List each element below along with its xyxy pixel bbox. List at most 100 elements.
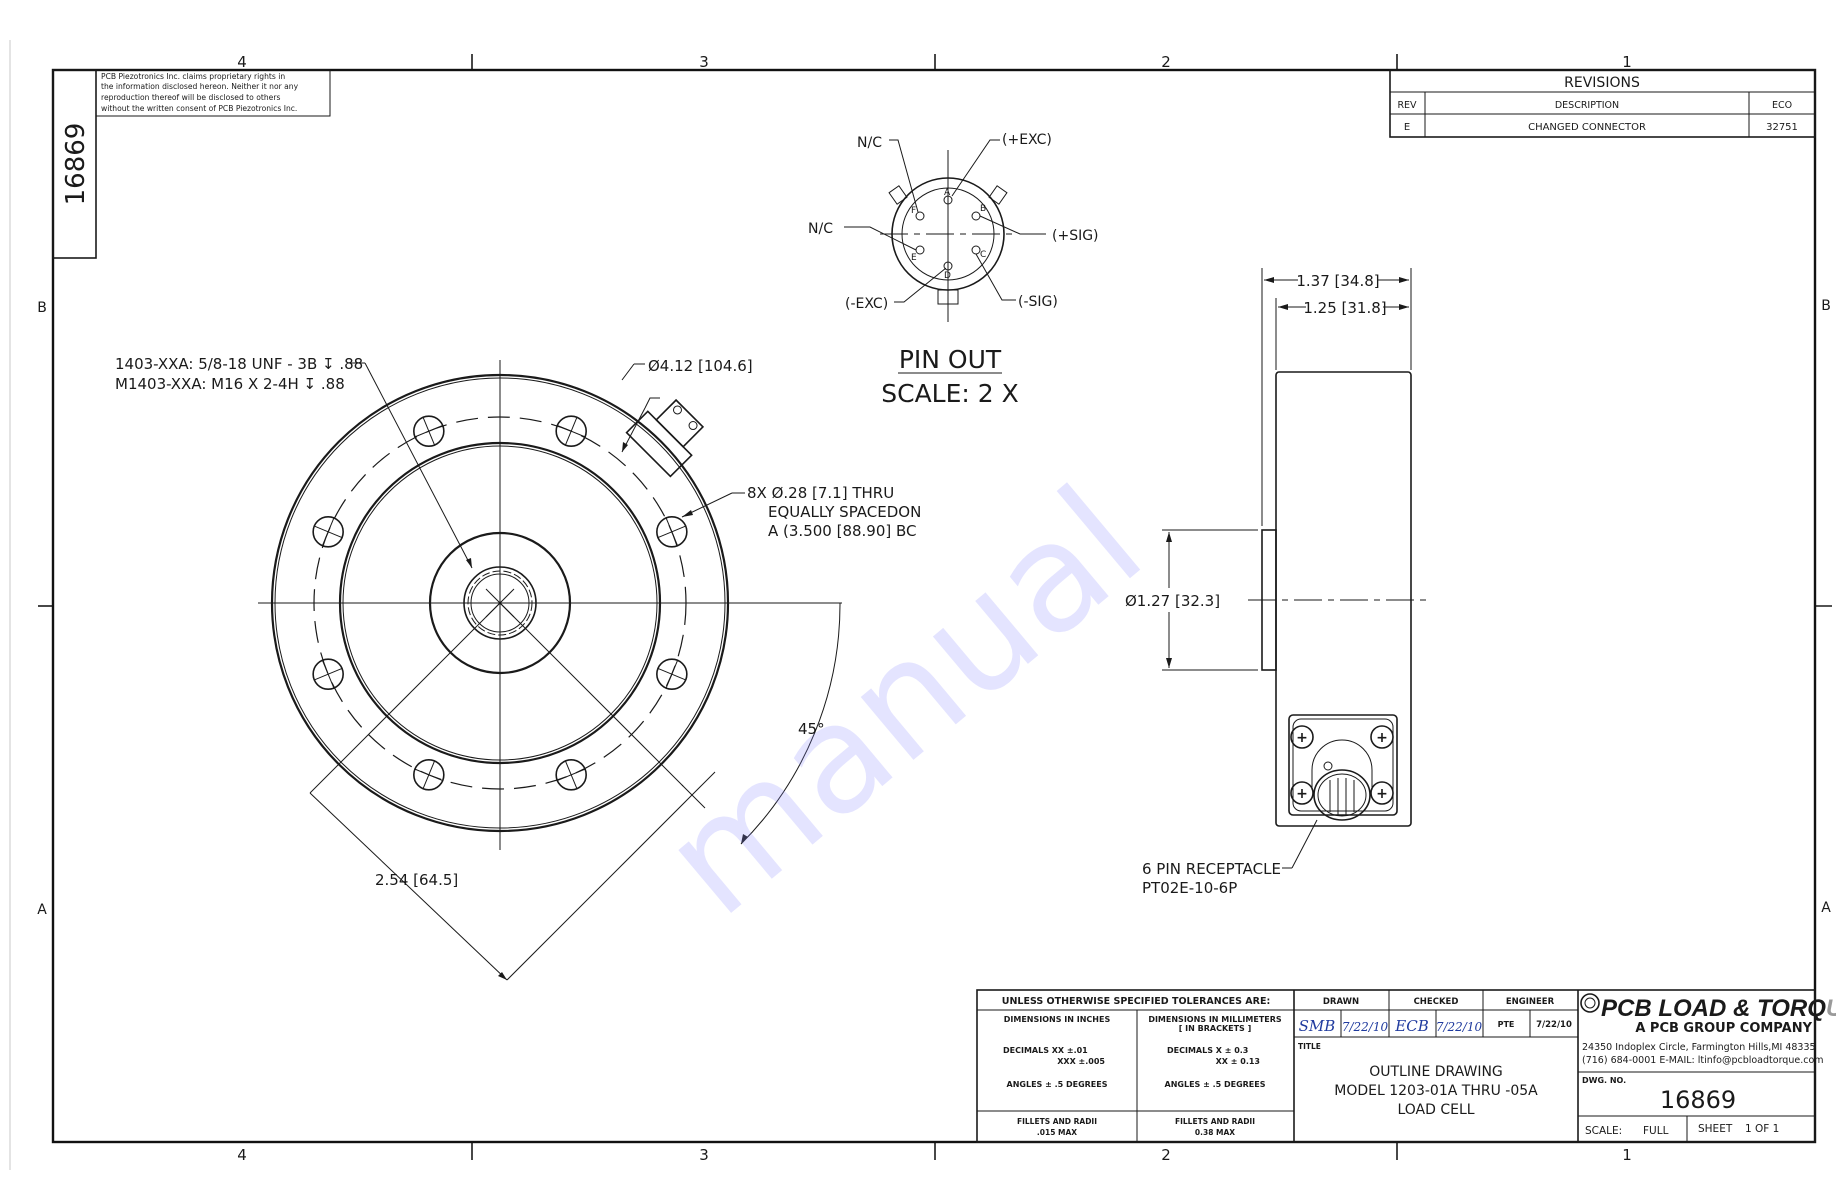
mm-angles: ANGLES ± .5 DEGREES	[1165, 1080, 1266, 1089]
screw-icon: +	[1376, 786, 1388, 802]
checked-date: 7/22/10	[1436, 1020, 1483, 1034]
connector-receptacle: + + + +	[1288, 714, 1398, 821]
inch-header: DIMENSIONS IN INCHES	[1004, 1015, 1111, 1024]
dwg-no: 16869	[1660, 1086, 1736, 1114]
scale-value: FULL	[1643, 1125, 1669, 1137]
radial-dim: 2.54 [64.5]	[375, 871, 458, 889]
company-address: 24350 Indoplex Circle, Farmington Hills,…	[1582, 1042, 1816, 1053]
bolt-hole	[413, 415, 445, 447]
pin-label-e: E	[911, 253, 917, 263]
zone-bottom-3: 3	[699, 1146, 709, 1164]
pin-label-a: A	[944, 188, 951, 198]
inch-angles: ANGLES ± .5 DEGREES	[1007, 1080, 1108, 1089]
description-header: DESCRIPTION	[1555, 100, 1619, 111]
body-width-dim: 1.25 [31.8]	[1303, 299, 1386, 317]
pin-label-f: F	[911, 206, 916, 216]
screw-icon: +	[1296, 786, 1308, 802]
mm-fillets-2: 0.38 MAX	[1195, 1128, 1235, 1137]
callout-plus-sig: (+SIG)	[1052, 228, 1099, 244]
mm-decimals-1: DECIMALS X ± 0.3	[1167, 1046, 1248, 1055]
notice-line: reproduction thereof will be disclosed t…	[101, 93, 280, 102]
mm-header-2: [ IN BRACKETS ]	[1179, 1024, 1252, 1033]
zone-top-4: 4	[237, 53, 247, 71]
drawn-label: DRAWN	[1323, 997, 1359, 1007]
connector-note-2: PT02E-10-6P	[1142, 879, 1237, 897]
callout-nc-e: N/C	[808, 221, 833, 237]
engineer-by: PTE	[1498, 1020, 1515, 1029]
callout-minus-exc: (-EXC)	[845, 296, 888, 312]
pinout-view: A B C D E F (+EXC) N/C (+SIG) N/C (-SIG)…	[808, 132, 1099, 408]
inch-fillets-2: .015 MAX	[1037, 1128, 1077, 1137]
company-sub: A PCB GROUP COMPANY	[1635, 1021, 1812, 1036]
zone-top-3: 3	[699, 53, 709, 71]
zone-bottom-2: 2	[1161, 1146, 1171, 1164]
eco-header: ECO	[1772, 100, 1792, 111]
company-name: PCB LOAD & TORQUE	[1601, 995, 1836, 1022]
pinout-scale: SCALE: 2 X	[881, 379, 1019, 408]
revisions-table: REVISIONS REV DESCRIPTION ECO E CHANGED …	[1389, 69, 1816, 138]
title-label: TITLE	[1298, 1042, 1321, 1051]
description-cell: CHANGED CONNECTOR	[1528, 122, 1646, 133]
revision-row: E CHANGED CONNECTOR 32751	[1404, 122, 1798, 133]
side-body	[1275, 371, 1412, 827]
rev-header: REV	[1397, 100, 1417, 111]
overall-width-dim: 1.37 [34.8]	[1296, 272, 1379, 290]
notice-line: the information disclosed hereon. Neithe…	[101, 82, 299, 91]
thread-note-2: M1403-XXA: M16 X 2-4H ↧ .88	[115, 375, 345, 393]
callout-plus-exc: (+EXC)	[1002, 132, 1052, 148]
revisions-title: REVISIONS	[1564, 75, 1640, 91]
bolt-hole	[312, 516, 344, 548]
approvals-block: DRAWN CHECKED ENGINEER SMB 7/22/10 ECB 7…	[1294, 990, 1578, 1038]
checked-by-signature: ECB	[1394, 1017, 1428, 1035]
title-area: TITLE OUTLINE DRAWING MODEL 1203-01A THR…	[1298, 990, 1579, 1142]
pin-f	[915, 211, 925, 221]
bolt-hole	[656, 516, 688, 548]
company-contact: (716) 684-0001 E-MAIL: ltinfo@pcbloadtor…	[1582, 1055, 1824, 1066]
drawn-by-signature: SMB	[1299, 1017, 1336, 1035]
zone-top-1: 1	[1622, 53, 1632, 71]
pin-label-d: D	[944, 271, 951, 281]
engineer-label: ENGINEER	[1506, 997, 1555, 1007]
mm-fillets-1: FILLETS AND RADII	[1175, 1117, 1255, 1126]
bolt-hole	[555, 415, 587, 447]
connector-top	[625, 398, 705, 478]
notice-line: without the written consent of PCB Piezo…	[101, 104, 297, 113]
zone-right-a: A	[1821, 900, 1831, 916]
sheet-label: SHEET	[1698, 1123, 1733, 1135]
thread-note-1: 1403-XXA: 5/8-18 UNF - 3B ↧ .88	[115, 355, 363, 373]
drawn-date: 7/22/10	[1342, 1020, 1389, 1034]
title-line-1: OUTLINE DRAWING	[1369, 1064, 1503, 1080]
company-block: PCB LOAD & TORQUE A PCB GROUP COMPANY 24…	[1578, 993, 1836, 1142]
callout-nc-f: N/C	[857, 135, 882, 151]
dwg-no-label: DWG. NO.	[1582, 1076, 1626, 1085]
side-view: 1.37 [34.8] 1.25 [31.8] Ø1.27 [32.3] + +…	[1125, 268, 1426, 897]
screw-icon: +	[1376, 730, 1388, 746]
zone-left-b: B	[37, 300, 47, 316]
zone-left-a: A	[37, 902, 47, 918]
rev-cell: E	[1404, 122, 1410, 133]
hole-note-1: 8X Ø.28 [7.1] THRU	[747, 484, 894, 502]
bolt-hole	[312, 658, 344, 690]
pin-c	[971, 245, 981, 255]
inch-fillets-1: FILLETS AND RADII	[1017, 1117, 1097, 1126]
pin-b	[971, 211, 981, 221]
bolt-hole	[413, 759, 445, 791]
hole-note-2: EQUALLY SPACEDON	[768, 503, 921, 521]
hole-note-3: A (3.500 [88.90] BC	[768, 522, 917, 540]
drawing-sheet: 4 3 2 1 4 3 2 1 B A B A 16869 PCB Piezot…	[9, 40, 1836, 1170]
title-line-2: MODEL 1203-01A THRU -05A	[1334, 1083, 1538, 1099]
mm-header-1: DIMENSIONS IN MILLIMETERS	[1148, 1015, 1282, 1024]
checked-label: CHECKED	[1414, 997, 1459, 1007]
eco-cell: 32751	[1766, 122, 1798, 133]
title-line-3: LOAD CELL	[1397, 1102, 1474, 1118]
title-block: UNLESS OTHERWISE SPECIFIED TOLERANCES AR…	[976, 989, 1836, 1143]
tolerances-block: UNLESS OTHERWISE SPECIFIED TOLERANCES AR…	[977, 990, 1295, 1142]
zone-bottom-1: 1	[1622, 1146, 1632, 1164]
mm-decimals-2: XX ± 0.13	[1216, 1057, 1260, 1066]
tolerances-header: UNLESS OTHERWISE SPECIFIED TOLERANCES AR…	[1002, 996, 1271, 1007]
proprietary-notice: PCB Piezotronics Inc. claims proprietary…	[95, 69, 331, 117]
outer-dia-dim: Ø4.12 [104.6]	[648, 357, 753, 375]
zone-right-b: B	[1821, 298, 1831, 314]
pin-e	[915, 245, 925, 255]
side-dwg-number-box: 16869	[52, 69, 97, 259]
